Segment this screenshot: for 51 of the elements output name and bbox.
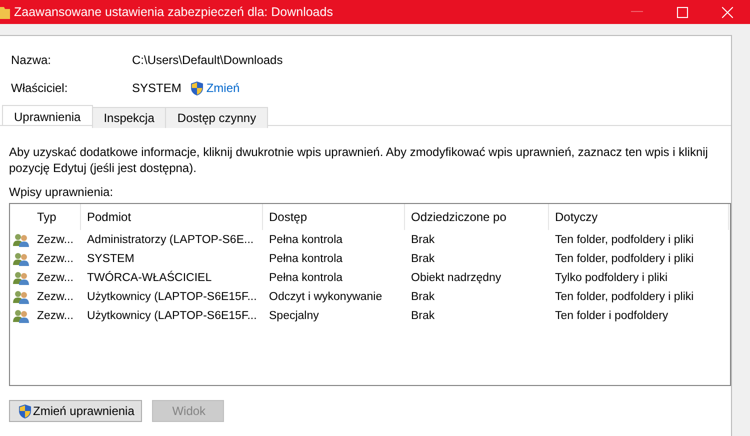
table-cell-text: Użytkownicy (LAPTOP-S6E15F... bbox=[86, 290, 258, 302]
column-header[interactable]: Typ bbox=[31, 204, 81, 230]
table-cell-text: SYSTEM bbox=[86, 252, 136, 264]
table-cell-text: Specjalny bbox=[268, 310, 320, 322]
table-cell-text: Pełna kontrola bbox=[268, 234, 344, 246]
table-cell-text: Ten folder, podfoldery i pliki bbox=[554, 234, 695, 246]
users-icon bbox=[12, 252, 28, 266]
table-cell-text: Ten folder, podfoldery i pliki bbox=[554, 252, 695, 264]
table-cell-text: Zezw... bbox=[36, 272, 74, 284]
maximize-icon[interactable] bbox=[677, 6, 688, 18]
field-label: Nazwa: bbox=[11, 53, 52, 67]
table-cell-text: Ten folder i podfoldery bbox=[554, 310, 670, 322]
column-header[interactable]: Podmiot bbox=[81, 204, 263, 230]
field-value: C:\Users\Default\Downloads bbox=[132, 53, 283, 67]
table-cell-text: Tylko podfoldery i pliki bbox=[554, 272, 668, 284]
column-header[interactable]: Dotyczy bbox=[549, 204, 729, 230]
window-title: Zaawansowane ustawienia zabezpieczeń dla: Downloads bbox=[14, 5, 333, 19]
users-icon bbox=[12, 308, 28, 322]
table-cell-text: Obiekt nadrzędny bbox=[410, 272, 502, 284]
table-cell-text: Brak bbox=[410, 252, 436, 264]
field-value: SYSTEM bbox=[132, 81, 182, 95]
users-icon bbox=[12, 270, 28, 284]
table-cell-text: Ten folder, podfoldery i pliki bbox=[554, 290, 695, 302]
column-header[interactable]: Dostęp bbox=[263, 204, 405, 230]
change-owner-link[interactable]: Zmień bbox=[206, 81, 240, 95]
tab[interactable]: Inspekcja bbox=[92, 107, 166, 128]
folder-icon bbox=[0, 5, 10, 19]
table-cell-text: Pełna kontrola bbox=[268, 252, 344, 264]
table-cell-text: Administratorzy (LAPTOP-S6E... bbox=[86, 234, 255, 246]
users-icon bbox=[12, 232, 28, 246]
table-cell-text: Brak bbox=[410, 234, 436, 246]
users-icon bbox=[12, 290, 28, 304]
table-cell-text: Użytkownicy (LAPTOP-S6E15F... bbox=[86, 310, 258, 322]
column-header[interactable]: Odziedziczone po bbox=[405, 204, 549, 230]
table-cell-text: Zezw... bbox=[36, 290, 74, 302]
table-cell-text: Odczyt i wykonywanie bbox=[268, 290, 384, 302]
table-cell-text: Brak bbox=[410, 310, 436, 322]
table-cell-text: TWÓRCA-WŁAŚCICIEL bbox=[86, 272, 213, 284]
info-text: Aby uzyskać dodatkowe informacje, kliknij dwukrotnie wpis uprawnień. Aby zmodyfikować wpis uprawnień, zaznacz ten wpis i kliknij pozycję Edytuj (jeśli jest dostępna). bbox=[9, 144, 709, 176]
close-icon[interactable] bbox=[722, 6, 733, 18]
tab[interactable]: Uprawnienia bbox=[2, 105, 93, 125]
list-label: Wpisy uprawnienia: bbox=[9, 185, 114, 199]
table-cell-text: Zezw... bbox=[36, 310, 74, 322]
table-cell-text: Brak bbox=[410, 290, 436, 302]
tab[interactable]: Dostęp czynny bbox=[165, 107, 268, 128]
action-button[interactable]: Zmień uprawnienia bbox=[9, 400, 142, 422]
table-cell-text: Pełna kontrola bbox=[268, 272, 344, 284]
table-cell-text: Zezw... bbox=[36, 252, 74, 264]
shield-icon bbox=[190, 80, 204, 96]
field-label: Właściciel: bbox=[11, 81, 69, 95]
table-cell-text: Zezw... bbox=[36, 234, 74, 246]
